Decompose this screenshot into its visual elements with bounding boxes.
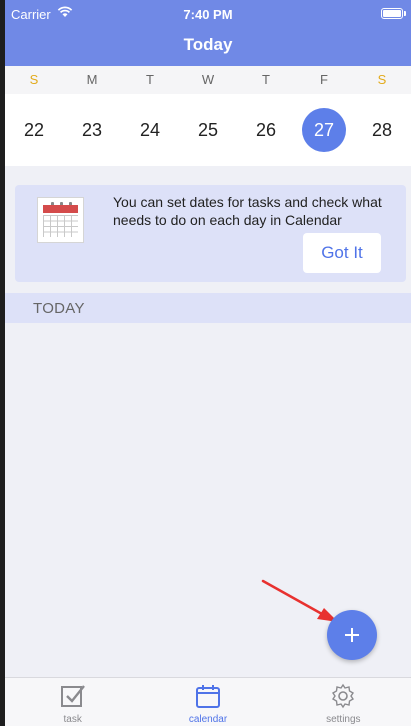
- calendar-image-icon: [37, 197, 84, 243]
- tab-settings[interactable]: settings: [276, 678, 411, 726]
- date-cell[interactable]: 22: [5, 94, 63, 166]
- gear-icon: [332, 683, 355, 709]
- weekday-label: T: [146, 72, 154, 87]
- checkbox-icon: [60, 685, 85, 707]
- navigation-bar: Today: [5, 30, 411, 66]
- tab-label: task: [63, 714, 82, 725]
- date-number: 22: [23, 120, 45, 140]
- tab-bar: task calendar settings: [5, 677, 411, 726]
- date-cell[interactable]: 24: [121, 94, 179, 166]
- tip-message: You can set dates for tasks and check wh…: [113, 194, 382, 228]
- annotation-arrow-icon: [261, 579, 338, 622]
- add-task-button[interactable]: [327, 610, 377, 660]
- calendar-tip-card: You can set dates for tasks and check wh…: [15, 185, 406, 282]
- tab-label: calendar: [188, 714, 228, 725]
- date-cell[interactable]: 27: [295, 94, 353, 166]
- got-it-button[interactable]: Got It: [303, 233, 381, 273]
- date-cell[interactable]: 25: [179, 94, 237, 166]
- date-number: 24: [139, 120, 161, 140]
- date-cell[interactable]: 23: [63, 94, 121, 166]
- section-header: TODAY: [5, 293, 411, 323]
- weekday-label: F: [320, 72, 328, 87]
- section-title: TODAY: [33, 300, 85, 317]
- page-title: Today: [183, 35, 233, 54]
- battery-icon: [381, 8, 406, 19]
- tab-label: settings: [326, 714, 361, 725]
- date-number: 26: [255, 120, 277, 140]
- date-number: 25: [197, 120, 219, 140]
- calendar-icon: [195, 685, 220, 708]
- date-cell[interactable]: 28: [353, 94, 411, 166]
- weekday-label: T: [262, 72, 270, 87]
- weekday-label: S: [29, 72, 39, 87]
- phone-screen: Carrier 7:40 PM Today S M T W T F S 22 2…: [5, 0, 411, 726]
- tab-task[interactable]: task: [5, 678, 140, 726]
- status-time: 7:40 PM: [183, 7, 233, 22]
- date-number: 27: [302, 108, 346, 152]
- date-number: 23: [81, 120, 103, 140]
- tab-calendar[interactable]: calendar: [140, 678, 275, 726]
- weekday-label: W: [201, 72, 215, 87]
- weekday-label: M: [86, 72, 98, 87]
- status-bar: Carrier 7:40 PM: [5, 0, 411, 30]
- date-number: 28: [371, 120, 393, 140]
- weekday-label: S: [377, 72, 387, 87]
- date-strip: 22 23 24 25 26 27 28: [5, 94, 411, 166]
- weekday-row: S M T W T F S: [5, 66, 411, 94]
- date-cell[interactable]: 26: [237, 94, 295, 166]
